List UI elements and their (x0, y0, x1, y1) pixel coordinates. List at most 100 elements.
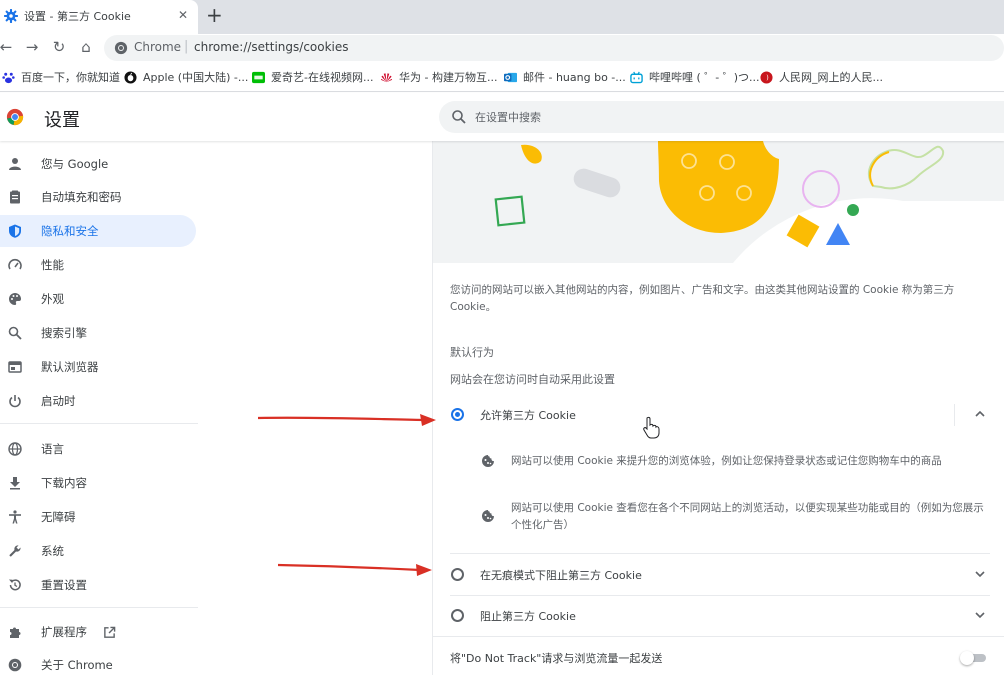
sidebar-item-appearance[interactable]: 外观 (0, 283, 196, 315)
sidebar-item-label: 您与 Google (41, 157, 109, 171)
tab-strip: 设置 - 第三方 Cookie ✕ + (0, 0, 1004, 34)
bookmark-label: 百度一下，你就知道 (21, 71, 120, 84)
option-allow-third-party-cookies[interactable]: 允许第三方 Cookie (433, 394, 1004, 434)
row-separator (954, 404, 955, 426)
option-label: 阻止第三方 Cookie (480, 610, 576, 623)
sidebar-item-label: 自动填充和密码 (41, 190, 122, 204)
cookies-settings-panel: 您访问的网站可以嵌入其他网站的内容，例如图片、广告和文字。由这类其他网站设置的 … (432, 141, 1004, 675)
page-title: 设置 (44, 110, 80, 131)
settings-search[interactable] (439, 101, 1004, 133)
sidebar-item-default-browser[interactable]: 默认浏览器 (0, 351, 196, 383)
bookmark-apple[interactable]: Apple (中国大陆) -... (124, 69, 248, 85)
external-link-icon (104, 626, 116, 638)
reload-button[interactable]: ↻ (49, 37, 69, 57)
outlook-icon (504, 72, 517, 82)
sidebar-divider (0, 423, 198, 424)
bookmarks-bar: 百度一下，你就知道 Apple (中国大陆) -... 爱奇艺-在线视频网... (0, 62, 1004, 92)
people-icon (760, 70, 773, 84)
sidebar-item-label: 性能 (41, 258, 64, 272)
apple-icon (124, 70, 137, 84)
new-tab-button[interactable]: + (206, 3, 223, 27)
gear-icon (4, 9, 18, 23)
sidebar-item-label: 下载内容 (41, 476, 87, 490)
wrench-icon (9, 545, 21, 557)
bookmark-bilibili[interactable]: 哔哩哔哩 ( ゜- ゜)つ... (630, 69, 760, 85)
clipboard-icon (10, 190, 20, 204)
sidebar-item-label: 系统 (41, 544, 64, 558)
sidebar-item-downloads[interactable]: 下载内容 (0, 467, 196, 499)
baidu-icon (2, 72, 15, 83)
address-bar[interactable]: Chrome | chrome://settings/cookies (104, 35, 1004, 61)
default-behavior-title: 默认行为 (450, 346, 494, 359)
sidebar-item-languages[interactable]: 语言 (0, 433, 196, 465)
sidebar-item-extensions[interactable]: 扩展程序 (0, 616, 196, 648)
huawei-icon (380, 72, 393, 82)
iqiyi-icon (252, 71, 265, 83)
palette-icon (9, 293, 21, 305)
bookmark-iqiyi[interactable]: 爱奇艺-在线视频网... (252, 69, 373, 85)
tab-settings[interactable]: 设置 - 第三方 Cookie ✕ (0, 0, 198, 34)
home-button[interactable]: ⌂ (76, 37, 96, 57)
browser-icon (8, 361, 22, 373)
sidebar-item-search-engine[interactable]: 搜索引擎 (0, 317, 196, 349)
url-separator: | (184, 39, 189, 54)
tab-title: 设置 - 第三方 Cookie (24, 10, 131, 23)
search-icon (8, 326, 22, 340)
sidebar-item-accessibility[interactable]: 无障碍 (0, 501, 196, 533)
power-icon (9, 395, 21, 408)
search-input[interactable] (475, 107, 975, 127)
do-not-track-toggle[interactable] (960, 651, 988, 665)
sidebar-item-autofill[interactable]: 自动填充和密码 (0, 181, 196, 213)
puzzle-icon (10, 627, 21, 638)
url-text[interactable]: chrome://settings/cookies (194, 40, 349, 54)
sidebar-item-about-chrome[interactable]: 关于 Chrome (0, 649, 196, 675)
red-arrow-icon (257, 414, 436, 426)
sidebar-item-label: 重置设置 (41, 578, 87, 592)
bookmark-label: 人民网_网上的人民... (779, 71, 883, 84)
bookmark-outlook[interactable]: 邮件 - huang bo -... (504, 69, 626, 85)
chevron-down-icon[interactable] (973, 567, 987, 581)
search-icon (452, 110, 466, 124)
bookmark-baidu[interactable]: 百度一下，你就知道 (2, 69, 120, 85)
sidebar-item-you-and-google[interactable]: 您与 Google (0, 148, 196, 180)
sidebar-item-on-startup[interactable]: 启动时 (0, 385, 196, 417)
sidebar-item-label: 关于 Chrome (41, 658, 113, 672)
radio-block-third-party[interactable] (451, 609, 464, 622)
speedometer-icon (8, 258, 22, 270)
do-not-track-label: 将"Do Not Track"请求与浏览流量一起发送 (450, 652, 663, 665)
back-button[interactable]: ← (0, 37, 16, 57)
chrome-icon (8, 658, 22, 672)
option-block-third-party[interactable]: 阻止第三方 Cookie (433, 595, 1004, 635)
bookmark-label: 爱奇艺-在线视频网... (271, 71, 374, 84)
chrome-logo-icon (6, 108, 24, 126)
third-party-cookie-description: 您访问的网站可以嵌入其他网站的内容，例如图片、广告和文字。由这类其他网站设置的 … (450, 284, 955, 313)
sidebar-item-system[interactable]: 系统 (0, 535, 196, 567)
sidebar-item-performance[interactable]: 性能 (0, 249, 196, 281)
sidebar-item-reset[interactable]: 重置设置 (0, 569, 196, 601)
sidebar-item-privacy[interactable]: 隐私和安全 (0, 215, 196, 247)
settings-header: 设置 (0, 93, 1004, 141)
globe-icon (8, 442, 22, 456)
bookmark-huawei[interactable]: 华为 - 构建万物互... (380, 69, 497, 85)
cookie-icon (482, 510, 494, 522)
toolbar: ← → ↻ ⌂ Chrome | chrome://settings/cooki… (0, 34, 1004, 62)
bookmark-people[interactable]: 人民网_网上的人民... (760, 69, 883, 85)
chevron-up-icon[interactable] (973, 407, 987, 421)
chevron-down-icon[interactable] (973, 608, 987, 622)
sidebar-item-label: 启动时 (41, 394, 76, 408)
sidebar-item-label: 无障碍 (41, 510, 76, 524)
toggle-knob (960, 651, 974, 665)
sidebar-item-label: 扩展程序 (41, 625, 87, 639)
close-icon[interactable]: ✕ (178, 8, 188, 22)
bookmark-label: 邮件 - huang bo -... (523, 71, 626, 84)
cookie-illustration-graphic (433, 141, 1004, 263)
radio-allow-third-party[interactable] (451, 408, 464, 421)
allow-detail-text: 网站可以使用 Cookie 查看您在各个不同网站上的浏览活动，以便实现某些功能或… (511, 502, 984, 531)
row-divider (433, 636, 1004, 637)
option-block-in-incognito[interactable]: 在无痕模式下阻止第三方 Cookie (433, 554, 1004, 594)
sidebar-item-label: 默认浏览器 (41, 360, 99, 374)
red-arrow-icon (277, 563, 432, 576)
allow-detail-text: 网站可以使用 Cookie 来提升您的浏览体验，例如让您保持登录状态或记住您购物… (511, 455, 942, 467)
radio-block-in-incognito[interactable] (451, 568, 464, 581)
forward-button[interactable]: → (22, 37, 42, 57)
